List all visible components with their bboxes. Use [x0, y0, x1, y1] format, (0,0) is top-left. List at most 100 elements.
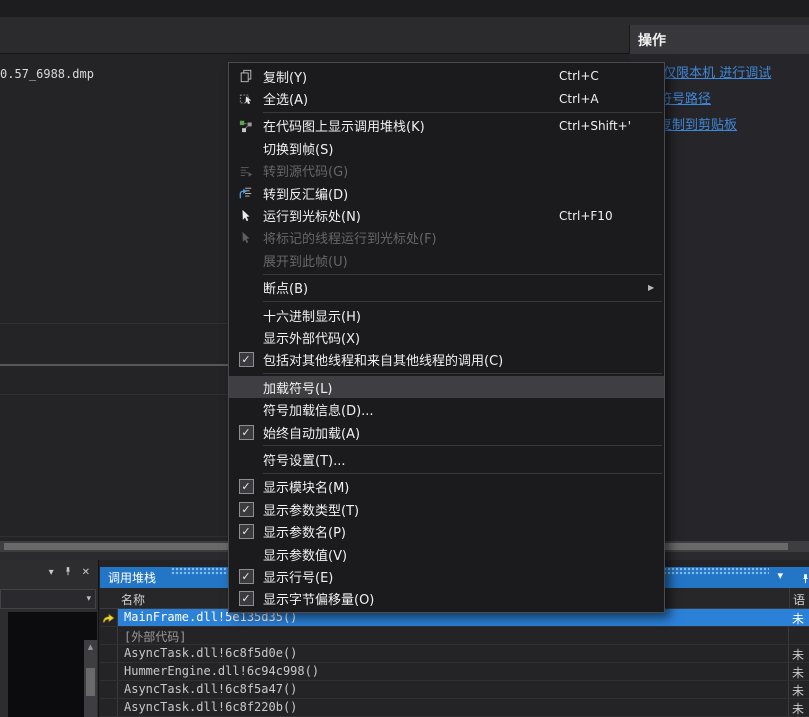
menu-item-gutter: [229, 164, 263, 178]
menu-separator: [263, 445, 662, 447]
checkmark-icon: ✓: [238, 424, 254, 440]
call-stack-row[interactable]: [外部代码]: [100, 627, 809, 645]
frame-language: 未: [792, 684, 805, 698]
menu-item-gutter: ✓: [229, 524, 263, 540]
menu-item-label: 显示外部代码(X): [263, 331, 361, 347]
menu-item-gutter: [229, 119, 263, 133]
frame-language: 未: [792, 702, 805, 716]
pin-icon[interactable]: [800, 570, 809, 589]
menu-item[interactable]: ✓ 显示字节偏移量(O): [229, 588, 664, 610]
checkmark-icon: ✓: [238, 568, 254, 584]
menu-item: 展开到此帧(U): [229, 249, 664, 271]
copy-icon: [239, 69, 253, 83]
call-stack-row[interactable]: HummerEngine.dll!6c94c998() 未: [100, 663, 809, 681]
title-strip: [0, 0, 809, 17]
run-to-cursor-dim-icon: [239, 231, 253, 245]
vertical-scrollbar[interactable]: ▲: [84, 640, 97, 717]
menu-item-gutter: ✓: [229, 568, 263, 584]
menu-item-label: 显示模块名(M): [263, 481, 350, 497]
current-frame-icon: [102, 612, 115, 624]
menu-item: 将标记的线程运行到光标处(F): [229, 227, 664, 249]
disassembly-icon: [239, 186, 253, 200]
menu-item-gutter: [229, 186, 263, 200]
checkmark-icon: ✓: [238, 479, 254, 495]
menu-item[interactable]: 断点(B) ▶: [229, 277, 664, 299]
menu-item-label: 显示行号(E): [263, 570, 334, 586]
left-panel-dropdown[interactable]: ▾: [0, 589, 96, 609]
left-panel-content-corner: [84, 612, 97, 640]
menu-separator: [263, 472, 662, 474]
menu-item[interactable]: ✓ 显示模块名(M): [229, 476, 664, 498]
close-icon[interactable]: ✕: [82, 568, 90, 578]
menu-item[interactable]: 运行到光标处(N) Ctrl+F10: [229, 204, 664, 226]
chevron-down-icon[interactable]: ▾: [777, 569, 783, 582]
checkmark-icon: ✓: [238, 524, 254, 540]
left-panel-content: [8, 612, 84, 717]
menu-item-label: 转到反汇编(D): [263, 187, 349, 203]
menu-item[interactable]: ✓ 显示行号(E): [229, 565, 664, 587]
menu-item[interactable]: 切换到帧(S): [229, 137, 664, 159]
checkmark-icon: ✓: [238, 591, 254, 607]
call-stack-row[interactable]: AsyncTask.dll!6c8f220b() 未: [100, 699, 809, 717]
actions-panel-title: 操作: [638, 32, 666, 49]
menu-item[interactable]: 符号设置(T)...: [229, 448, 664, 470]
menu-separator: [263, 373, 662, 375]
column-divider[interactable]: [789, 588, 790, 609]
frame-name: HummerEngine.dll!6c94c998(): [124, 664, 320, 678]
menu-item-label: 显示参数名(P): [263, 526, 346, 542]
column-divider: [788, 645, 789, 662]
menu-item-gutter: ✓: [229, 591, 263, 607]
menu-item[interactable]: 符号加载信息(D)...: [229, 398, 664, 420]
menu-item-label: 包括对其他线程和来自其他线程的调用(C): [263, 354, 504, 370]
menu-item[interactable]: 十六进制显示(H): [229, 304, 664, 326]
left-tool-panel: ▾ ✕ ▾ ▲: [0, 560, 98, 717]
frame-name: AsyncTask.dll!6c8f5a47(): [124, 682, 298, 696]
menu-item[interactable]: 显示参数值(V): [229, 543, 664, 565]
column-divider: [788, 627, 789, 644]
checkmark-icon: ✓: [238, 352, 254, 368]
column-divider: [788, 681, 789, 698]
column-header-language[interactable]: 语: [793, 591, 805, 608]
menu-item-label: 显示字节偏移量(O): [263, 593, 375, 609]
menu-item[interactable]: ✓ 显示参数名(P): [229, 520, 664, 542]
menu-item-label: 显示参数类型(T): [263, 503, 360, 519]
menu-item-label: 将标记的线程运行到光标处(F): [263, 232, 437, 248]
menu-item[interactable]: 在代码图上显示调用堆栈(K) Ctrl+Shift+': [229, 115, 664, 137]
pin-icon[interactable]: [63, 566, 73, 580]
menu-item-label: 在代码图上显示调用堆栈(K): [263, 120, 425, 136]
goto-source-icon: [239, 164, 253, 178]
menu-separator: [263, 300, 662, 302]
left-tool-panel-titlebar: ▾ ✕: [0, 560, 98, 586]
menu-item-label: 符号加载信息(D)...: [263, 404, 374, 420]
call-stack-row[interactable]: AsyncTask.dll!6c8f5a47() 未: [100, 681, 809, 699]
row-gutter: [100, 699, 118, 716]
menu-item-gutter: ✓: [229, 479, 263, 495]
menu-item[interactable]: ✓ 始终自动加载(A): [229, 421, 664, 443]
menu-item[interactable]: 加载符号(L): [229, 376, 664, 399]
menu-item[interactable]: ✓ 包括对其他线程和来自其他线程的调用(C): [229, 349, 664, 371]
scroll-up-icon[interactable]: ▲: [84, 640, 97, 653]
frame-name: [外部代码]: [124, 630, 187, 644]
chevron-down-icon: ▾: [86, 594, 91, 604]
menu-item[interactable]: 显示外部代码(X): [229, 326, 664, 348]
menu-item: 转到源代码(G): [229, 160, 664, 182]
column-header-name[interactable]: 名称: [121, 591, 145, 608]
call-stack-title: 调用堆栈: [108, 571, 157, 585]
call-stack-row[interactable]: AsyncTask.dll!6c8f5d0e() 未: [100, 645, 809, 663]
menu-item[interactable]: ✓ 显示参数类型(T): [229, 498, 664, 520]
code-map-icon: [239, 119, 253, 133]
menu-item-shortcut: Ctrl+F10: [559, 208, 613, 223]
column-divider: [788, 699, 789, 716]
vertical-scrollbar-thumb[interactable]: [86, 668, 95, 696]
menu-item[interactable]: 转到反汇编(D): [229, 182, 664, 204]
menu-item[interactable]: 复制(Y) Ctrl+C: [229, 65, 664, 87]
select-all-icon: [239, 92, 253, 106]
menu-item-gutter: ✓: [229, 424, 263, 440]
menu-item[interactable]: 全选(A) Ctrl+A: [229, 87, 664, 109]
chevron-down-icon[interactable]: ▾: [49, 568, 54, 578]
dump-filename: 0.57_6988.dmp: [0, 67, 94, 81]
call-stack-rows: MainFrame.dll!5e135d35() 未 [外部代码] AsyncTask…: [100, 609, 809, 717]
menu-item-label: 切换到帧(S): [263, 142, 334, 158]
menu-item-label: 断点(B): [263, 282, 309, 298]
menu-item-label: 全选(A): [263, 93, 309, 109]
